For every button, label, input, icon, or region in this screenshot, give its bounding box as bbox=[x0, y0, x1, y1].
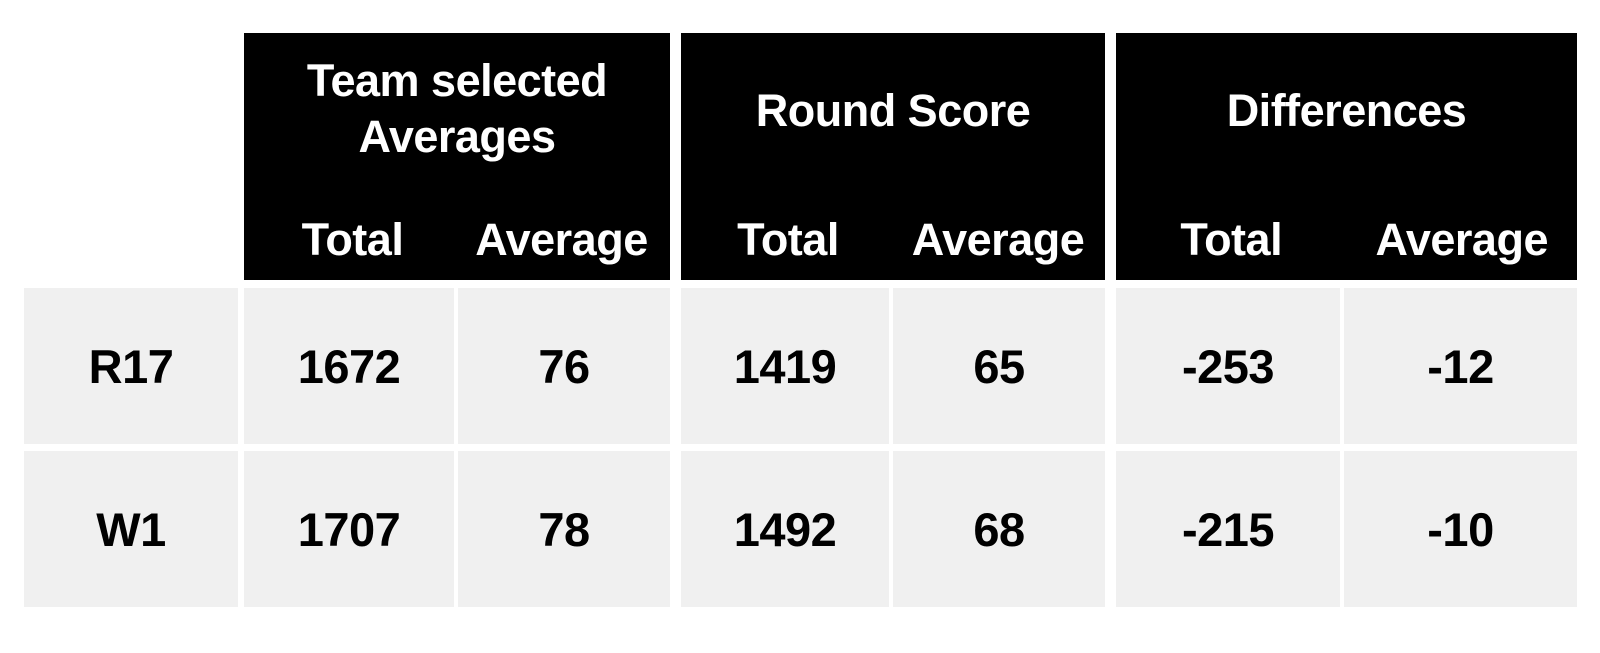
cell-team-selected-average: 76 bbox=[458, 288, 670, 444]
header-group-team-selected-averages: Team selected Averages Total Average bbox=[244, 33, 670, 280]
cell-differences-average: -10 bbox=[1344, 451, 1577, 607]
cell-team-selected-total: 1672 bbox=[244, 288, 454, 444]
cell-round-score-average: 68 bbox=[893, 451, 1105, 607]
header-group-title: Team selected Averages bbox=[306, 55, 608, 162]
column-header-average: Average bbox=[911, 214, 1085, 265]
header-group-round-score: Round Score Total Average bbox=[681, 33, 1105, 280]
table-row: W1 1707 78 1492 68 -215 -10 bbox=[0, 451, 1600, 607]
cell-differences-average: -12 bbox=[1344, 288, 1577, 444]
table-row: R17 1672 76 1419 65 -253 -12 bbox=[0, 288, 1600, 444]
cell-differences-total: -215 bbox=[1116, 451, 1340, 607]
cell-round-score-total: 1492 bbox=[681, 451, 889, 607]
header-group-title: Round Score bbox=[755, 85, 1031, 136]
cell-team-selected-average: 78 bbox=[458, 451, 670, 607]
header-subrow: Total Average bbox=[681, 214, 1105, 266]
cell-team-selected-total: 1707 bbox=[244, 451, 454, 607]
column-header-total: Total bbox=[1180, 214, 1283, 265]
cell-differences-total: -253 bbox=[1116, 288, 1340, 444]
column-header-average: Average bbox=[1375, 214, 1549, 265]
header-subrow: Total Average bbox=[1116, 214, 1577, 266]
column-header-total: Total bbox=[301, 214, 404, 265]
table-sheet: Team selected Averages Total Average Rou… bbox=[0, 0, 1600, 653]
column-header-total: Total bbox=[737, 214, 839, 265]
header-subrow: Total Average bbox=[244, 214, 670, 266]
row-label: W1 bbox=[24, 451, 238, 607]
cell-round-score-total: 1419 bbox=[681, 288, 889, 444]
cell-round-score-average: 65 bbox=[893, 288, 1105, 444]
row-label: R17 bbox=[24, 288, 238, 444]
column-header-average: Average bbox=[475, 214, 648, 265]
table-header: Team selected Averages Total Average Rou… bbox=[0, 33, 1600, 280]
header-group-differences: Differences Total Average bbox=[1116, 33, 1577, 280]
header-group-title: Differences bbox=[1226, 85, 1467, 136]
